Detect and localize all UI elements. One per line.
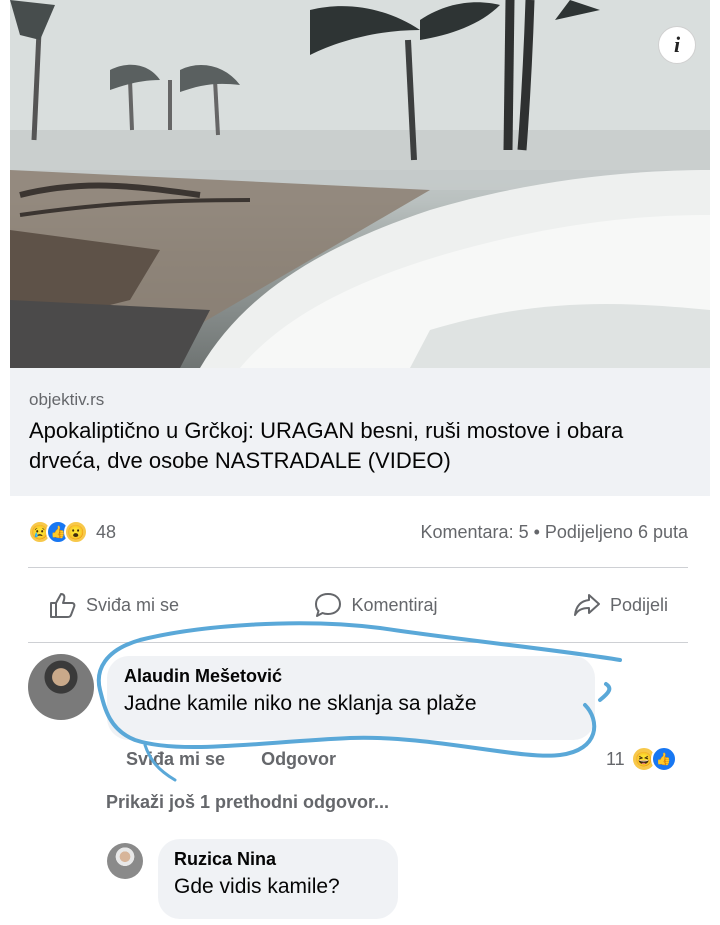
comment-author[interactable]: Ruzica Nina	[174, 849, 382, 870]
view-previous-replies-link[interactable]: Prikaži još 1 prethodni odgovor...	[106, 792, 389, 813]
storm-beach-image	[10, 0, 710, 368]
comment-icon	[315, 593, 342, 617]
comment-button[interactable]: Komentiraj	[293, 591, 457, 619]
comments-shares-count[interactable]: Komentara: 5 • Podijeljeno 6 puta	[421, 522, 688, 543]
comment-reactions[interactable]: 11 😆 👍	[606, 746, 677, 772]
avatar[interactable]	[107, 843, 143, 879]
avatar[interactable]	[28, 654, 94, 720]
like-reaction-icon: 👍	[650, 746, 677, 772]
divider	[28, 567, 688, 568]
share-button[interactable]: Podijeli	[552, 591, 688, 619]
comment-actions: Sviđa mi se Odgovor	[126, 749, 336, 770]
like-button-label: Sviđa mi se	[86, 594, 180, 615]
comment-text: Gde vidis kamile?	[174, 875, 340, 898]
share-icon	[573, 594, 600, 616]
like-button[interactable]: Sviđa mi se	[28, 591, 199, 619]
comment-button-label: Komentiraj	[351, 594, 438, 615]
comment-reaction-count: 11	[606, 748, 625, 769]
info-icon[interactable]: i	[658, 26, 696, 64]
comment-reply-button[interactable]: Odgovor	[261, 749, 336, 770]
reaction-summary[interactable]: 😢 👍 😮 48	[28, 520, 116, 544]
comment-like-button[interactable]: Sviđa mi se	[126, 749, 225, 770]
divider	[28, 642, 688, 643]
wow-reaction-icon: 😮	[64, 520, 88, 544]
thumbs-up-icon	[50, 593, 76, 618]
reaction-count: 48	[96, 521, 117, 542]
link-preview[interactable]: objektiv.rs Apokaliptično u Grčkoj: URAG…	[10, 368, 710, 496]
post-actions: Sviđa mi se Komentiraj Podijeli	[28, 570, 688, 640]
link-domain: objektiv.rs	[29, 390, 105, 409]
post-stats: 😢 👍 😮 48 Komentara: 5 • Podijeljeno 6 pu…	[28, 514, 688, 550]
comment-author[interactable]: Alaudin Mešetović	[124, 666, 578, 687]
comment-bubble: Ruzica Nina Gde vidis kamile?	[158, 839, 398, 919]
comment-text: Jadne kamile niko ne sklanja sa plaže	[124, 692, 477, 715]
share-button-label: Podijeli	[609, 594, 668, 615]
link-title: Apokaliptično u Grčkoj: URAGAN besni, ru…	[29, 418, 624, 473]
comment-bubble: Alaudin Mešetović Jadne kamile niko ne s…	[107, 656, 595, 740]
article-image[interactable]: i	[10, 0, 710, 368]
